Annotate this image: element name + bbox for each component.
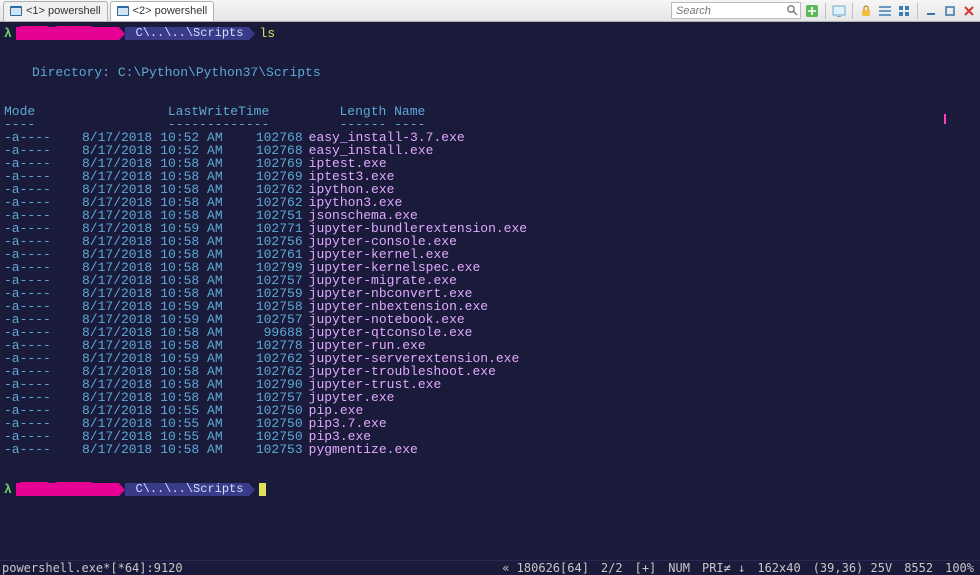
lock-button[interactable] [858,3,874,19]
cell-date: 8/17/2018 [82,443,152,456]
status-flags: [+] [635,561,657,575]
separator [825,3,826,19]
window-tab-bar: <1> powershell <2> powershell [0,0,980,22]
split-marker-icon [944,114,946,124]
table-row: -a----8/17/201810:58 AM 102753pygmentize… [4,443,527,456]
tab-label: <1> powershell [26,5,101,17]
tab-2[interactable]: <2> powershell [110,1,215,21]
status-buffer: « 180626[64] [502,561,589,575]
cursor-icon [259,483,266,496]
prompt-path-seg: C\..\..\Scripts [125,483,249,496]
cell-name: pygmentize.exe [303,443,527,456]
search-wrap [671,2,801,19]
status-pri: PRI≠ ↓ [702,561,745,575]
directory-line: Directory: C:\Python\Python37\Scripts [4,66,976,79]
separator [917,3,918,19]
cell-time: 10:58 AM [152,443,222,456]
terminal-icon [117,5,129,17]
status-dims: 162x40 [757,561,800,575]
cell-length: 102753 [223,443,303,456]
tab-label: <2> powershell [133,5,208,17]
command-text: ls [259,27,275,40]
search-input[interactable] [671,2,801,19]
status-pos: 2/2 [601,561,623,575]
search-icon [786,4,798,16]
terminal-icon [10,5,22,17]
new-tab-button[interactable] [804,3,820,19]
prompt-user-seg: ████@█████-PC [16,27,120,40]
lambda-icon: λ [4,483,12,496]
status-pct: 100% [945,561,974,575]
status-bar: powershell.exe*[*64]:9120 « 180626[64] 2… [0,560,980,575]
prompt-path-seg: C\..\..\Scripts [125,27,249,40]
prompt-line-2: λ ████@█████-PC C\..\..\Scripts [4,482,976,496]
grid-button[interactable] [896,3,912,19]
maximize-button[interactable] [942,3,958,19]
list-button[interactable] [877,3,893,19]
status-cursor: (39,36) 25V [813,561,892,575]
separator [852,3,853,19]
minimize-button[interactable] [923,3,939,19]
close-button[interactable] [961,3,977,19]
prompt-line-1: λ ████@█████-PC C\..\..\Scripts ls [4,26,976,40]
cell-mode: -a---- [4,443,82,456]
screen-button[interactable] [831,3,847,19]
status-process: powershell.exe*[*64]:9120 [2,561,183,575]
status-num: NUM [668,561,690,575]
lambda-icon: λ [4,27,12,40]
status-mem: 8552 [904,561,933,575]
prompt-user-seg: ████@█████-PC [16,483,120,496]
tab-1[interactable]: <1> powershell [3,1,108,21]
toolbar-actions [671,2,977,19]
file-listing: -a----8/17/201810:52 AM 102768easy_insta… [4,131,527,456]
terminal-viewport[interactable]: λ ████@█████-PC C\..\..\Scripts ls Direc… [0,22,980,560]
